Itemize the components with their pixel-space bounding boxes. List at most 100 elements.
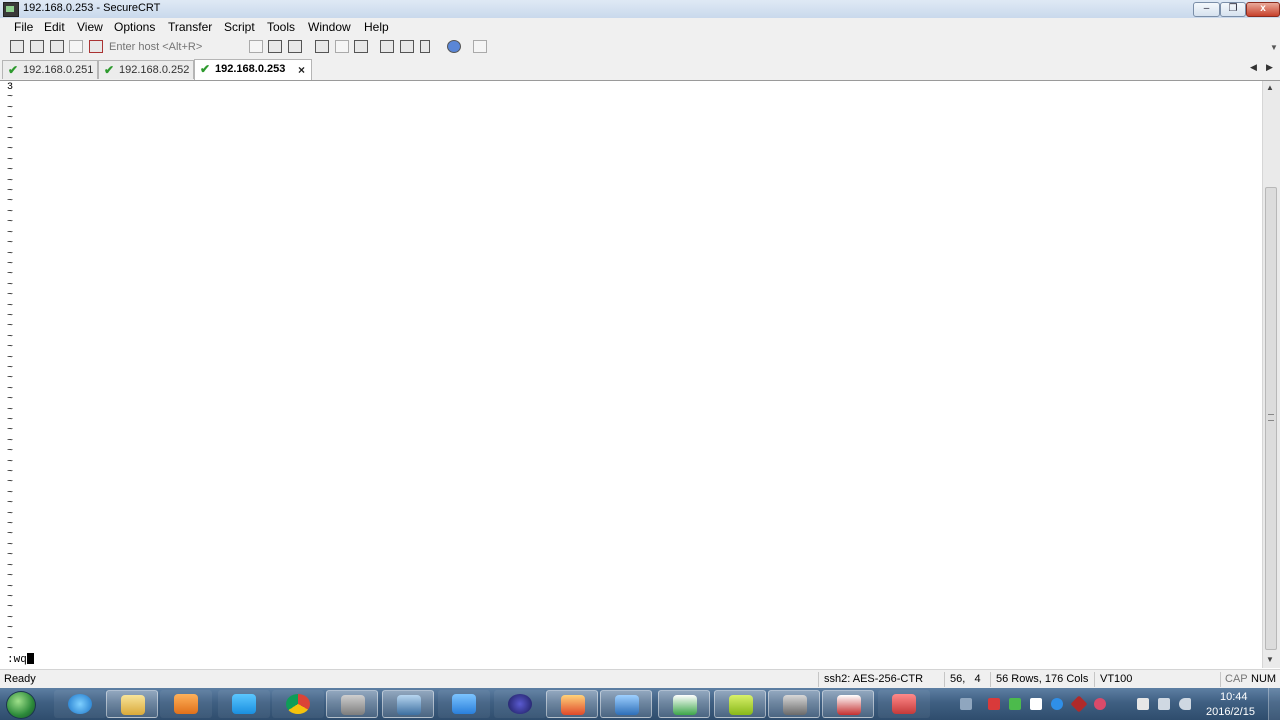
scroll-down-arrow-icon[interactable]: ▼ xyxy=(1266,655,1274,664)
status-ready: Ready xyxy=(4,673,36,685)
tab-192-168-0-251[interactable]: ✔ 192.168.0.251 xyxy=(2,60,98,79)
connect-icon[interactable] xyxy=(10,40,24,53)
file-explorer-taskbar[interactable] xyxy=(106,690,158,718)
tab-scroll-right-icon[interactable]: ▶ xyxy=(1266,62,1273,73)
menu-transfer[interactable]: Transfer xyxy=(168,20,212,34)
tab-192-168-0-253[interactable]: ✔ 192.168.0.253 × xyxy=(194,59,312,80)
help-icon[interactable] xyxy=(447,40,461,53)
volume-tray-icon[interactable] xyxy=(1179,698,1191,710)
menu-window[interactable]: Window xyxy=(308,20,351,34)
chrome-icon xyxy=(286,694,310,714)
menu-file[interactable]: File xyxy=(14,20,33,34)
network-app-icon xyxy=(397,695,421,715)
session-tab-bar: ✔ 192.168.0.251 ✔ 192.168.0.252 ✔ 192.16… xyxy=(0,58,1280,81)
eclipse-taskbar[interactable] xyxy=(494,690,546,718)
print-selection-icon[interactable] xyxy=(335,40,349,53)
vim-command-line[interactable]: :wq xyxy=(7,653,34,666)
network-tray-icon[interactable] xyxy=(1158,698,1170,710)
menu-tools[interactable]: Tools xyxy=(267,20,295,34)
security-tray-icon[interactable] xyxy=(988,698,1000,710)
find-icon[interactable] xyxy=(288,40,302,53)
tab-192-168-0-252[interactable]: ✔ 192.168.0.252 xyxy=(98,60,194,79)
status-separator xyxy=(1220,672,1221,687)
action-center-tray-icon[interactable] xyxy=(1137,698,1149,710)
baidu-cloud-taskbar[interactable] xyxy=(218,690,270,718)
app-taskbar-2[interactable] xyxy=(382,690,434,718)
folder-icon xyxy=(121,695,145,715)
m-app-icon xyxy=(729,695,753,715)
tab-close-icon[interactable]: × xyxy=(298,63,305,77)
status-separator xyxy=(818,672,819,687)
print-setup-icon[interactable] xyxy=(354,40,368,53)
connect-in-tab-icon[interactable] xyxy=(50,40,64,53)
toolbar-overflow-chevron-icon[interactable]: ▼ xyxy=(1270,43,1278,52)
app-taskbar-5[interactable] xyxy=(658,690,710,718)
windows-tray-icon[interactable] xyxy=(1030,698,1042,710)
paste-icon[interactable] xyxy=(268,40,282,53)
tab-label: 192.168.0.253 xyxy=(215,63,286,75)
maximize-button[interactable]: ❐ xyxy=(1220,2,1246,17)
terminal-scrollbar[interactable]: ▲ ▼ xyxy=(1262,81,1280,668)
internet-explorer-taskbar[interactable] xyxy=(54,690,106,718)
app-taskbar-1[interactable] xyxy=(326,690,378,718)
global-options-icon[interactable] xyxy=(400,40,414,53)
show-desktop-button[interactable] xyxy=(1268,688,1280,720)
internet-explorer-icon xyxy=(68,694,92,714)
menu-bar: File Edit View Options Transfer Script T… xyxy=(0,18,1280,37)
app-taskbar-6[interactable] xyxy=(714,690,766,718)
securecrt-app-icon[interactable] xyxy=(3,2,19,17)
keyboard-tray-icon[interactable] xyxy=(960,698,972,710)
app-tray-icon[interactable] xyxy=(1009,698,1021,710)
menu-help[interactable]: Help xyxy=(364,20,389,34)
clock-date[interactable]: 2016/2/15 xyxy=(1206,706,1255,718)
terminal-area[interactable]: 3 ~ ~ ~ ~ ~ ~ ~ ~ ~ ~ ~ ~ ~ ~ ~ ~ ~ ~ ~ … xyxy=(0,81,1262,668)
media-player-taskbar[interactable] xyxy=(160,690,212,718)
reconnect-icon[interactable] xyxy=(69,40,83,53)
status-cipher: ssh2: AES-256-CTR xyxy=(824,673,924,685)
cloud-icon xyxy=(232,694,256,714)
tab-label: 192.168.0.251 xyxy=(23,64,94,76)
enter-host-input[interactable] xyxy=(106,38,244,55)
close-window-button[interactable]: x xyxy=(1246,2,1280,17)
virtualbox-taskbar[interactable] xyxy=(600,690,652,718)
terminal-cursor xyxy=(26,653,34,664)
disconnect-icon[interactable] xyxy=(89,40,103,53)
session-options-icon[interactable] xyxy=(380,40,394,53)
status-emulation: VT100 xyxy=(1100,673,1133,685)
status-bar: Ready ssh2: AES-256-CTR 56, 4 56 Rows, 1… xyxy=(0,669,1280,689)
menu-options[interactable]: Options xyxy=(114,20,155,34)
title-bar: 192.168.0.253 - SecureCRT ‒ ❐ x xyxy=(0,0,1280,19)
scroll-up-arrow-icon[interactable]: ▲ xyxy=(1266,83,1274,92)
connected-check-icon: ✔ xyxy=(200,62,211,76)
tab-scroll-left-icon[interactable]: ◀ xyxy=(1250,62,1257,73)
securecrt-icon xyxy=(783,695,807,715)
terminal-output: 3 ~ ~ ~ ~ ~ ~ ~ ~ ~ ~ ~ ~ ~ ~ ~ ~ ~ ~ ~ … xyxy=(7,82,13,655)
minimize-button[interactable]: ‒ xyxy=(1193,2,1220,17)
cloud-tray-icon[interactable] xyxy=(1094,698,1106,710)
start-button-icon[interactable] xyxy=(6,691,36,719)
app-taskbar-8[interactable] xyxy=(878,690,930,718)
status-cursor-position: 56, 4 xyxy=(950,673,981,685)
print-icon[interactable] xyxy=(315,40,329,53)
toolbar: ▼ xyxy=(0,37,1280,59)
app-taskbar-3[interactable] xyxy=(438,690,490,718)
scrollbar-thumb[interactable] xyxy=(1265,187,1277,650)
keymap-icon[interactable] xyxy=(420,40,430,53)
menu-edit[interactable]: Edit xyxy=(44,20,65,34)
scrollbar-grip-icon xyxy=(1268,414,1274,421)
customize-icon[interactable] xyxy=(473,40,487,53)
app-taskbar-7[interactable] xyxy=(822,690,874,718)
antivirus-tray-icon[interactable] xyxy=(1070,695,1088,713)
copy-icon[interactable] xyxy=(249,40,263,53)
connected-check-icon: ✔ xyxy=(8,63,19,77)
menu-view[interactable]: View xyxy=(77,20,103,34)
chrome-taskbar[interactable] xyxy=(272,690,324,718)
virtualbox-icon xyxy=(615,695,639,715)
status-separator xyxy=(1094,672,1095,687)
menu-script[interactable]: Script xyxy=(224,20,255,34)
app-taskbar-4[interactable] xyxy=(546,690,598,718)
securecrt-taskbar[interactable] xyxy=(768,690,820,718)
quick-connect-icon[interactable] xyxy=(30,40,44,53)
pen-tray-icon[interactable] xyxy=(1051,698,1063,710)
clock-time[interactable]: 10:44 xyxy=(1220,691,1248,703)
